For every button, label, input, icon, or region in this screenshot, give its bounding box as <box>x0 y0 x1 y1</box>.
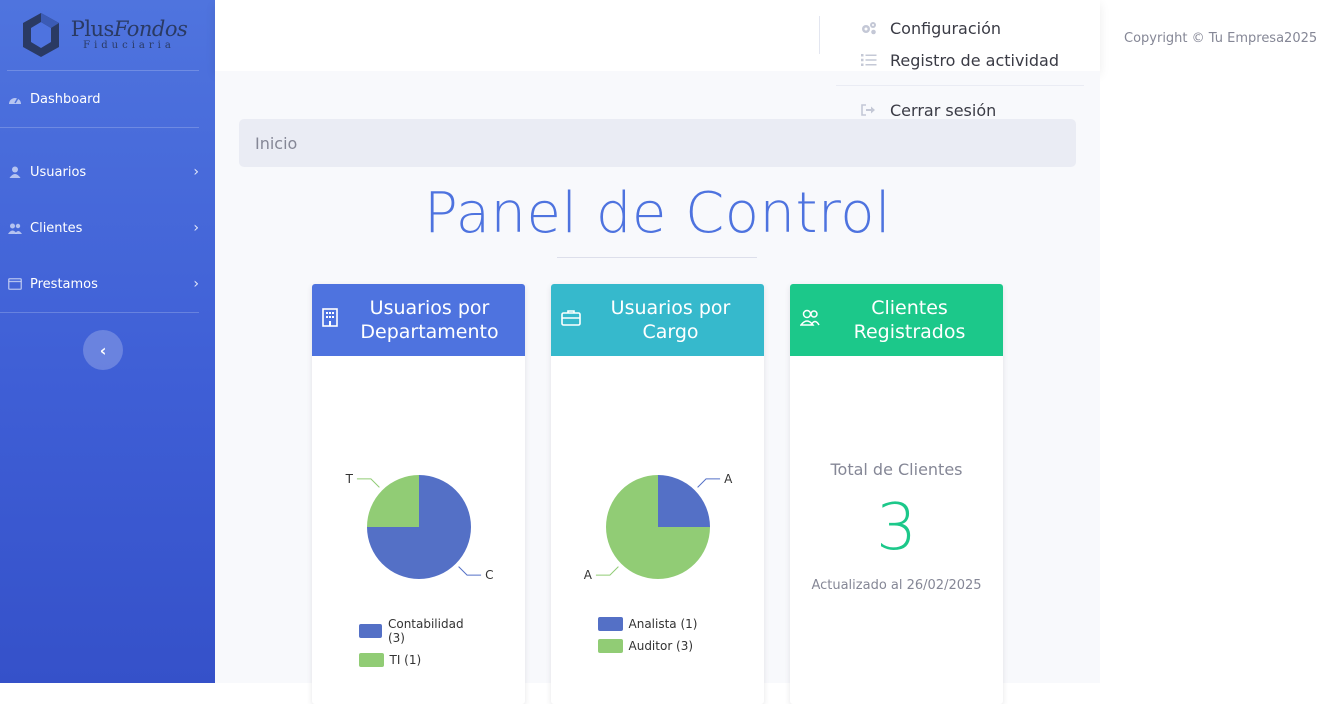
chart-legend: Contabilidad (3) TI (1) <box>312 617 525 667</box>
legend-swatch <box>597 617 623 631</box>
menu-item-cerrar-sesion[interactable]: Cerrar sesión <box>836 94 1084 126</box>
page-title: Panel de Control <box>423 181 892 246</box>
users-icon <box>799 308 820 332</box>
menu-item-configuracion[interactable]: Configuración <box>836 12 1084 44</box>
sidebar-toggle-button[interactable]: ‹ <box>83 330 123 370</box>
sidebar: PlusFondos Fiduciaria Dashboard Usuarios… <box>0 0 215 683</box>
main-content: Inicio Panel de Control Usuarios por Dep… <box>215 71 1100 704</box>
menu-item-registro-actividad[interactable]: Registro de actividad <box>836 44 1084 76</box>
pie-slice-label: C <box>485 568 493 582</box>
users-icon <box>8 223 22 234</box>
legend-item[interactable]: TI (1) <box>358 653 479 667</box>
brand-logo-icon <box>22 13 59 57</box>
pie-label-line <box>458 566 482 576</box>
card-title: Clientes Registrados <box>853 297 966 343</box>
legend-swatch <box>597 639 623 653</box>
copyright-text: Copyright © Tu Empresa2025 <box>1124 31 1318 46</box>
chevron-right-icon: › <box>193 220 199 236</box>
briefcase-icon <box>561 308 581 332</box>
menu-item-label: Registro de actividad <box>890 50 1059 70</box>
card-body: Total de Clientes 3 Actualizado al 26/02… <box>790 356 1003 704</box>
brand[interactable]: PlusFondos Fiduciaria <box>7 0 199 71</box>
sidebar-item-label: Prestamos <box>30 276 98 292</box>
legend-item[interactable]: Contabilidad (3) <box>358 617 479 645</box>
pie-slice-label: T <box>345 472 354 486</box>
sidebar-item-usuarios[interactable]: Usuarios › <box>0 144 199 200</box>
pie-label-line <box>356 478 380 488</box>
window-icon <box>8 278 22 290</box>
chevron-right-icon: › <box>193 276 199 292</box>
chevron-left-icon: ‹ <box>99 340 107 360</box>
menu-item-label: Configuración <box>890 18 1002 38</box>
chart-legend: Analista (1) Auditor (3) <box>551 617 764 653</box>
card-header: Usuarios por Cargo <box>551 284 764 356</box>
list-icon <box>860 54 878 66</box>
sidebar-item-label: Usuarios <box>30 164 87 180</box>
user-icon <box>8 166 22 178</box>
total-clientes-label: Total de Clientes <box>830 460 963 479</box>
legend-label: Analista (1) <box>628 617 698 631</box>
breadcrumb: Inicio <box>239 119 1076 167</box>
card-header: Usuarios por Departamento <box>312 284 525 356</box>
topbar-divider <box>819 16 820 54</box>
card-usuarios-cargo: Usuarios por Cargo AA Analista (1) Audito… <box>551 284 764 704</box>
building-icon <box>322 307 338 333</box>
legend-item[interactable]: Auditor (3) <box>597 639 718 653</box>
pie-chart-departamento: CT <box>345 472 494 582</box>
sidebar-item-label: Clientes <box>30 220 83 236</box>
cogs-icon <box>860 21 878 35</box>
pie-chart-cargo: AA <box>584 472 733 582</box>
sidebar-item-label: Dashboard <box>30 91 101 107</box>
tachometer-icon <box>8 93 22 105</box>
pie-label-line <box>595 566 619 576</box>
legend-item[interactable]: Analista (1) <box>597 617 718 631</box>
user-dropdown-menu: Configuración Registro de actividad Cerr… <box>836 12 1084 126</box>
card-body: CT Contabilidad (3) TI (1) <box>312 356 525 704</box>
legend-swatch <box>358 653 384 667</box>
chevron-right-icon: › <box>193 164 199 180</box>
legend-label: TI (1) <box>389 653 422 667</box>
sidebar-item-dashboard[interactable]: Dashboard <box>0 71 199 128</box>
pie-slice-label: A <box>584 568 593 582</box>
brand-name: PlusFondos <box>70 17 188 41</box>
card-header: Clientes Registrados <box>790 284 1003 356</box>
menu-divider <box>836 85 1084 86</box>
updated-date-text: Actualizado al 26/02/2025 <box>811 578 982 593</box>
title-divider <box>557 257 757 258</box>
menu-item-label: Cerrar sesión <box>890 100 997 120</box>
pie-slice-label: A <box>724 472 733 486</box>
total-clientes-value: 3 <box>876 491 917 565</box>
card-clientes-registrados: Clientes Registrados Total de Clientes 3… <box>790 284 1003 704</box>
legend-label: Contabilidad (3) <box>387 617 464 645</box>
legend-label: Auditor (3) <box>628 639 694 653</box>
card-usuarios-departamento: Usuarios por Departamento CT Contabilida… <box>312 284 525 704</box>
card-title: Usuarios por Departamento <box>360 297 499 343</box>
card-body: AA Analista (1) Auditor (3) <box>551 356 764 704</box>
sidebar-nav: Usuarios › Clientes › Prestamos › <box>0 128 199 313</box>
card-title: Usuarios por Cargo <box>610 297 731 343</box>
sidebar-item-clientes[interactable]: Clientes › <box>0 200 199 256</box>
legend-swatch <box>358 624 382 638</box>
sign-out-icon <box>860 104 878 116</box>
sidebar-item-prestamos[interactable]: Prestamos › <box>0 256 199 312</box>
pie-label-line <box>697 478 721 488</box>
breadcrumb-item-inicio[interactable]: Inicio <box>255 134 297 153</box>
brand-subtitle: Fiduciaria <box>83 40 175 51</box>
